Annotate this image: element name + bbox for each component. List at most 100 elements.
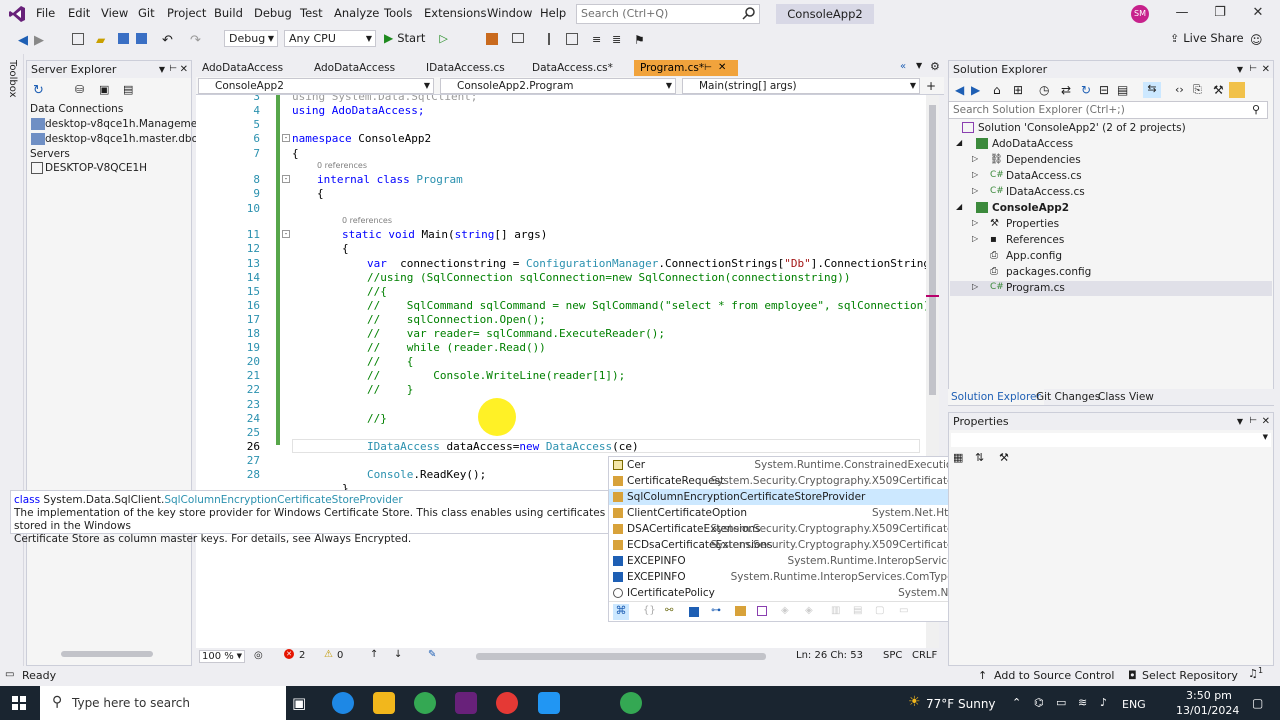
categorized-icon[interactable]: ▦ (953, 451, 963, 464)
task-view-icon[interactable]: ▣ (292, 694, 306, 712)
menu-view[interactable]: View (101, 6, 128, 20)
collapsed-icon[interactable]: ▷ (972, 234, 978, 243)
property-filter-icon[interactable]: ▥ (831, 605, 840, 616)
error-count[interactable]: 2 (299, 650, 305, 661)
solution-search-input[interactable]: Search Solution Explorer (Ctrl+;) (948, 101, 1268, 119)
platform-select[interactable]: Any CPU ▼ (284, 30, 376, 47)
tree-item-dataaccess-cs[interactable]: DataAccess.cs (1006, 170, 1082, 182)
horizontal-scrollbar[interactable] (61, 651, 153, 657)
code-cleanup-icon[interactable]: ✎ (428, 649, 436, 660)
mail-icon[interactable] (538, 692, 560, 714)
tree-item-references[interactable]: References (1006, 234, 1064, 246)
refresh-icon[interactable]: ↻ (1081, 83, 1091, 97)
step-icon[interactable] (548, 33, 560, 45)
save-icon[interactable] (118, 33, 129, 44)
completion-item[interactable]: ClientCertificateOption System.Net.Http (609, 505, 961, 521)
alphabetical-icon[interactable]: ⇅ (975, 451, 984, 464)
taskbar-search-input[interactable]: Type here to search (40, 686, 286, 720)
indent-mode[interactable]: SPC (883, 650, 902, 661)
tree-item-consoleapp2[interactable]: ConsoleApp2 (992, 202, 1069, 214)
completion-item[interactable]: CertificateRequest System.Security.Crypto… (609, 473, 961, 489)
pin-icon[interactable]: ⊢ (1249, 413, 1257, 430)
intellisense-popup[interactable]: Cer System.Runtime.ConstrainedExecution C… (608, 456, 973, 622)
menu-project[interactable]: Project (167, 6, 206, 20)
tab-idataaccess[interactable]: IDataAccess.cs (420, 60, 526, 76)
split-icon[interactable]: + (926, 79, 936, 93)
minimize-icon[interactable]: — (1172, 5, 1192, 23)
show-all-files-icon[interactable]: ▤ (1117, 83, 1128, 97)
start-without-debugging-icon[interactable]: ▷ (439, 32, 447, 45)
bookmark-icon[interactable]: ⚑ (634, 33, 648, 47)
zoom-select[interactable]: 100 % ▼ (199, 650, 245, 663)
completion-item[interactable]: EXCEPINFO System.Runtime.InteropServices (609, 553, 961, 569)
tab-class-view[interactable]: Class View (1098, 389, 1154, 405)
notification-center-icon[interactable]: ▢ (1252, 696, 1263, 710)
close-icon[interactable]: ✕ (1262, 413, 1270, 430)
collapsed-icon[interactable]: ▷ (972, 282, 978, 291)
warning-icon[interactable]: ⚠ (324, 649, 333, 660)
sharepoint-icon[interactable]: ▤ (123, 83, 133, 96)
open-folder-icon[interactable]: ▰ (96, 33, 110, 47)
network-icon[interactable]: ⌬ (1034, 696, 1044, 709)
codelens-references[interactable]: 0 references (317, 161, 367, 170)
event-filter-icon[interactable]: ▤ (853, 605, 862, 616)
layout-icon[interactable] (512, 33, 524, 43)
connect-server-icon[interactable]: ▣ (99, 83, 109, 96)
menu-window[interactable]: Window (487, 6, 532, 20)
collapse-icon[interactable]: - (282, 175, 290, 183)
error-icon[interactable]: ✕ (284, 649, 294, 659)
type-select[interactable]: ConsoleApp2.Program ▼ (440, 78, 676, 94)
completion-item-selected[interactable]: SqlColumnEncryptionCertificateStoreProvi… (609, 489, 961, 505)
tree-item-properties[interactable]: Properties (1006, 218, 1059, 230)
close-icon[interactable]: ✕ (1262, 61, 1270, 78)
close-icon[interactable]: ✕ (1248, 5, 1268, 23)
notification-icon[interactable]: ♫ (1248, 667, 1258, 680)
forward-icon[interactable]: ▶ (34, 33, 48, 48)
tree-item-data-connections[interactable]: Data Connections (30, 103, 123, 115)
delegate-filter-icon[interactable] (757, 606, 767, 616)
collapsed-icon[interactable]: ▷ (972, 154, 978, 163)
tab-program-active[interactable]: Program.cs* ⊢ ✕ (634, 60, 738, 76)
tree-item-app-config[interactable]: App.config (1006, 250, 1062, 262)
toolbox-tab[interactable]: Toolbox (4, 60, 18, 100)
collapse-all-icon[interactable]: ⊟ (1099, 83, 1109, 97)
volume-icon[interactable]: ♪ (1100, 696, 1107, 709)
redo-icon[interactable]: ↷ (190, 33, 204, 48)
tab-solution-explorer[interactable]: Solution Explorer (948, 389, 1044, 405)
home-icon[interactable]: ⌂ (993, 83, 1001, 97)
menu-debug[interactable]: Debug (254, 6, 292, 20)
clock-time[interactable]: 3:50 pm (1186, 689, 1232, 702)
horizontal-scrollbar[interactable] (476, 653, 766, 660)
enum-filter-icon[interactable] (735, 606, 746, 616)
close-icon[interactable]: ✕ (180, 61, 188, 78)
live-share-button[interactable]: ⇪ Live Share (1170, 31, 1244, 45)
menu-file[interactable]: File (36, 6, 55, 20)
add-to-source-control-button[interactable]: Add to Source Control (994, 669, 1114, 682)
collapse-icon[interactable]: - (282, 230, 290, 238)
save-all-icon[interactable] (136, 33, 147, 44)
tree-item-servers[interactable]: Servers (30, 148, 70, 160)
pin-icon[interactable]: ⊢ (704, 60, 712, 76)
menu-git[interactable]: Git (138, 6, 155, 20)
edge-icon[interactable] (332, 692, 354, 714)
completion-item[interactable]: DSACertificateExtensions System.Security.… (609, 521, 961, 537)
code-view-icon[interactable]: ‹› (1175, 83, 1184, 96)
tree-item-program-cs[interactable]: Program.cs (1006, 282, 1065, 294)
browser-link-icon[interactable] (486, 33, 498, 45)
sync-icon[interactable]: ⇄ (1061, 83, 1071, 97)
project-select[interactable]: ConsoleApp2 ▼ (198, 78, 434, 94)
search-input[interactable]: Search (Ctrl+Q) (576, 4, 760, 24)
namespace-filter-icon[interactable]: {} (643, 605, 656, 616)
menu-build[interactable]: Build (214, 6, 243, 20)
back-icon[interactable]: ◀ (18, 33, 32, 48)
health-icon[interactable]: ◎ (254, 650, 263, 661)
clock-date[interactable]: 13/01/2024 (1176, 704, 1239, 717)
wrench-icon[interactable]: ⚒ (1213, 83, 1224, 97)
expand-filter-icon[interactable]: ⌘ (613, 604, 629, 620)
language-indicator[interactable]: ENG (1122, 698, 1146, 711)
tree-item-connection-1[interactable]: desktop-v8qce1h.ManagementSy (45, 118, 221, 130)
uncomment-icon[interactable]: ≣ (612, 33, 626, 47)
avatar[interactable]: SM (1131, 5, 1149, 23)
menu-test[interactable]: Test (300, 6, 323, 20)
object-select[interactable]: ▼ (951, 433, 1271, 447)
